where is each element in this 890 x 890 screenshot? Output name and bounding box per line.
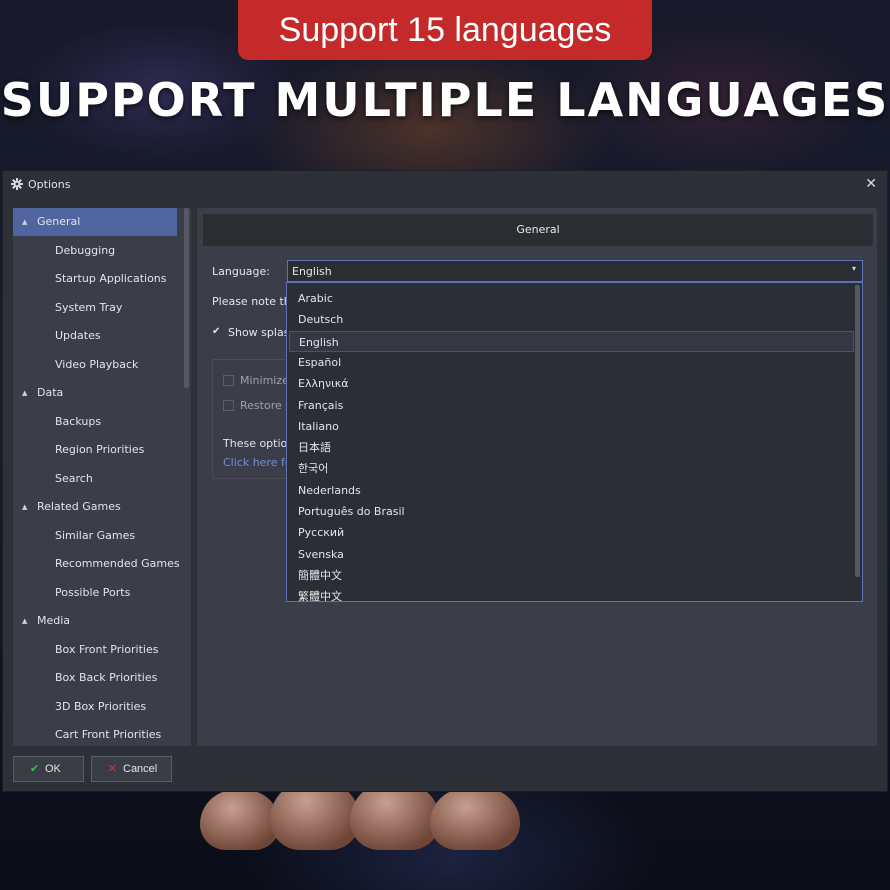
dropdown-arrow-icon: ▾ bbox=[851, 264, 856, 273]
nav-item-system-tray[interactable]: System Tray bbox=[13, 294, 177, 322]
language-label: Language: bbox=[212, 265, 270, 278]
nav-item-label: Media bbox=[37, 614, 71, 627]
nav-item-label: Search bbox=[55, 471, 93, 485]
nav-item-backups[interactable]: Backups bbox=[13, 408, 177, 436]
cancel-label: Cancel bbox=[123, 763, 158, 775]
language-option-simplified-chinese[interactable]: 簡體中文 bbox=[289, 565, 854, 586]
nav-item-media[interactable]: ▲ Media bbox=[13, 607, 177, 635]
dialog-title: Options bbox=[28, 178, 71, 191]
nav-item-startup-applications[interactable]: Startup Applications bbox=[13, 265, 177, 293]
language-option-korean[interactable]: 한국어 bbox=[289, 458, 854, 479]
checkbox-box bbox=[223, 375, 234, 386]
language-option-portuguese-brazil[interactable]: Português do Brasil bbox=[289, 501, 854, 522]
languages-badge: Support 15 languages bbox=[238, 0, 652, 60]
nav-item-label: Cart Front Priorities bbox=[55, 728, 162, 741]
checkmark-icon: ✔ bbox=[30, 763, 40, 775]
language-dropdown-list[interactable]: Arabic Deutsch English Español Ελληνικά … bbox=[286, 282, 863, 602]
close-icon: ✕ bbox=[108, 763, 118, 775]
nav-item-3d-box-priorities[interactable]: 3D Box Priorities bbox=[13, 693, 177, 721]
nav-item-updates[interactable]: Updates bbox=[13, 322, 177, 350]
language-select-value: English bbox=[292, 265, 332, 278]
nav-item-related-games[interactable]: ▲ Related Games bbox=[13, 493, 177, 521]
options-nav-tree: ▲ General Debugging Startup Applications… bbox=[13, 208, 191, 746]
checkbox-box bbox=[223, 400, 234, 411]
minimize-label: Minimize bbox=[240, 374, 289, 387]
language-option-italiano[interactable]: Italiano bbox=[289, 416, 854, 437]
nav-item-label: 3D Box Priorities bbox=[55, 699, 147, 713]
nav-item-label: Box Front Priorities bbox=[55, 642, 159, 656]
ok-button[interactable]: ✔ OK bbox=[13, 756, 84, 782]
nav-item-label: Backups bbox=[55, 414, 102, 428]
nav-item-data[interactable]: ▲ Data bbox=[13, 379, 177, 407]
nav-item-label: Data bbox=[37, 386, 64, 399]
nav-item-possible-ports[interactable]: Possible Ports bbox=[13, 579, 177, 607]
language-option-nederlands[interactable]: Nederlands bbox=[289, 480, 854, 501]
nav-item-label: General bbox=[37, 215, 81, 228]
nav-item-label: Debugging bbox=[55, 243, 116, 257]
dropdown-scrollbar[interactable] bbox=[855, 285, 860, 577]
close-icon[interactable]: ✕ bbox=[865, 176, 877, 192]
panel-header: General bbox=[203, 214, 873, 246]
headline: SUPPORT MULTIPLE LANGUAGES bbox=[0, 73, 890, 127]
language-option-svenska[interactable]: Svenska bbox=[289, 544, 854, 565]
language-option-arabic[interactable]: Arabic bbox=[289, 288, 854, 309]
nav-item-region-priorities[interactable]: Region Priorities bbox=[13, 436, 177, 464]
titlebar: Options ✕ bbox=[3, 171, 887, 199]
nav-item-label: Related Games bbox=[37, 500, 121, 513]
nav-item-label: Box Back Priorities bbox=[55, 671, 158, 684]
nav-item-label: Possible Ports bbox=[55, 585, 131, 599]
language-option-francais[interactable]: Français bbox=[289, 395, 854, 416]
nav-item-box-front-priorities[interactable]: Box Front Priorities bbox=[13, 636, 177, 664]
cancel-button[interactable]: ✕ Cancel bbox=[91, 756, 172, 782]
nav-item-cart-front-priorities[interactable]: Cart Front Priorities bbox=[13, 721, 177, 746]
nav-item-label: Video Playback bbox=[55, 357, 139, 371]
nav-item-general[interactable]: ▲ General bbox=[13, 208, 177, 236]
checkmark-icon: ✔ bbox=[212, 326, 221, 337]
nav-item-label: Updates bbox=[55, 329, 101, 342]
expand-caret-icon: ▲ bbox=[22, 617, 28, 625]
language-option-deutsch[interactable]: Deutsch bbox=[289, 309, 854, 330]
nav-item-label: System Tray bbox=[55, 300, 123, 314]
nav-item-debugging[interactable]: Debugging bbox=[13, 237, 177, 265]
nav-item-search[interactable]: Search bbox=[13, 465, 177, 493]
language-select[interactable]: English ▾ bbox=[287, 260, 863, 282]
nav-scrollbar[interactable] bbox=[184, 208, 189, 388]
nav-item-similar-games[interactable]: Similar Games bbox=[13, 522, 177, 550]
nav-item-video-playback[interactable]: Video Playback bbox=[13, 351, 177, 379]
language-option-espanol[interactable]: Español bbox=[289, 352, 854, 373]
ok-label: OK bbox=[45, 763, 61, 775]
language-option-traditional-chinese[interactable]: 繁體中文 bbox=[289, 586, 854, 601]
language-option-russian[interactable]: Русский bbox=[289, 522, 854, 543]
nav-item-label: Startup Applications bbox=[55, 272, 167, 285]
expand-caret-icon: ▲ bbox=[22, 503, 28, 511]
expand-caret-icon: ▲ bbox=[22, 218, 28, 226]
expand-caret-icon: ▲ bbox=[22, 389, 28, 397]
nav-item-label: Region Priorities bbox=[55, 443, 145, 456]
nav-item-box-back-priorities[interactable]: Box Back Priorities bbox=[13, 664, 177, 692]
nav-item-recommended-games[interactable]: Recommended Games bbox=[13, 550, 180, 578]
nav-item-label: Recommended Games bbox=[55, 557, 180, 570]
language-option-english[interactable]: English bbox=[289, 330, 854, 352]
language-option-greek[interactable]: Ελληνικά bbox=[289, 373, 854, 394]
nav-item-label: Similar Games bbox=[55, 528, 136, 542]
gear-icon bbox=[11, 178, 23, 190]
language-option-japanese[interactable]: 日本語 bbox=[289, 437, 854, 458]
